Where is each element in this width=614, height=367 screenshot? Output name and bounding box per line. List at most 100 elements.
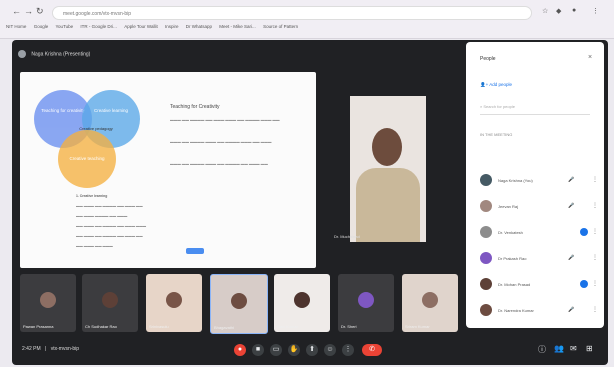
bookmark[interactable]: Google (34, 24, 49, 29)
tile-name: Dr. Sheri (341, 324, 357, 329)
venn-label-3: Creative teaching (69, 156, 105, 161)
avatar (480, 200, 492, 212)
present-button[interactable]: ⬆ (306, 344, 318, 356)
avatar (422, 292, 438, 308)
add-people-label: Add people (489, 82, 513, 87)
participant-tile[interactable]: Dr. Sheri (338, 274, 394, 332)
meeting-info: 2:42 PM | vtx-mvsn-bip (22, 346, 80, 352)
participant-tile-active[interactable]: Bhagavathi (210, 274, 268, 334)
bookmark[interactable]: Dr Whatsapp (186, 24, 212, 29)
venn-label-2: Creative learning (93, 108, 129, 113)
slide-title: Teaching for Creativity (170, 104, 220, 110)
bookmark[interactable]: Meet - Mike Sari... (219, 24, 256, 29)
slide-list-line: ▬▬ ▬▬▬ ▬▬ ▬▬▬▬ ▬▬ ▬▬▬ ▬▬ (76, 234, 143, 238)
tile-name: Ravi Kumar (277, 324, 298, 329)
star-icon[interactable]: ☆ (542, 7, 548, 15)
participant-tile[interactable]: Pawan Prasanna (20, 274, 76, 332)
avatar (480, 304, 492, 316)
avatar (480, 174, 492, 186)
bookmark[interactable]: YouTube (55, 24, 73, 29)
tile-name: Srinivasulu (149, 324, 169, 329)
slide-list-line: ▬▬ ▬▬▬ ▬▬▬▬ ▬▬ ▬▬▬ (76, 214, 128, 218)
bookmarks-bar: NIT Home Google YouTube ITR - Google Dri… (0, 24, 614, 36)
menu-icon[interactable]: ⋮ (592, 7, 599, 15)
screenshot: ← → ↻ meet.google.com/vtx-mvsn-bip ☆ ◆ ●… (0, 0, 614, 367)
more-icon[interactable]: ⋮ (592, 202, 598, 209)
avatar (480, 252, 492, 264)
slide-paragraph-1: ▬▬▬ ▬▬ ▬▬▬▬ ▬▬ ▬▬▬ ▬▬▬ ▬▬ ▬▬▬▬ ▬▬▬ ▬▬ (170, 118, 280, 122)
venn-circle-3: Creative teaching (58, 130, 116, 188)
captions-button[interactable]: ▭ (270, 344, 282, 356)
participant-name: Dr Prakash Rao (498, 256, 527, 261)
mic-icon: 🎤 (568, 307, 575, 313)
speaker-body (356, 168, 420, 242)
participant-row[interactable]: Dr. Narendra Kumar 🎤 ⋮ (480, 304, 598, 320)
participant-tile[interactable]: Sriram Kumar (402, 274, 458, 332)
tile-name: Ch Sudhakar Rao (85, 324, 117, 329)
mic-icon: 🎤 (568, 255, 575, 261)
bookmark[interactable]: Source of Pattern (263, 24, 298, 29)
more-icon[interactable]: ⋮ (592, 176, 598, 183)
chat-icon[interactable]: ✉ (570, 344, 577, 353)
participant-tile[interactable]: Srinivasulu (146, 274, 202, 332)
more-icon[interactable]: ⋮ (592, 306, 598, 313)
participant-name: Dr. Narendra Kumar (498, 308, 534, 313)
avatar (480, 226, 492, 238)
search-placeholder: Search for people (483, 104, 515, 109)
reactions-button[interactable]: ☺ (324, 344, 336, 356)
end-call-button[interactable]: ✆ (362, 344, 382, 356)
participant-row[interactable]: Dr. Venkatesh ⋮ (480, 226, 598, 242)
speaker-head (372, 128, 402, 166)
info-icon[interactable]: ⓘ (538, 344, 546, 355)
back-button[interactable]: ← (12, 6, 21, 16)
participant-row[interactable]: Dr. Mohan Prasad ⋮ (480, 278, 598, 294)
bookmark[interactable]: Inspire (165, 24, 179, 29)
avatar (480, 278, 492, 290)
more-icon[interactable]: ⋮ (592, 254, 598, 261)
forward-button[interactable]: → (24, 6, 33, 16)
people-search-input[interactable]: ⌕ Search for people (480, 104, 590, 115)
participant-row[interactable]: Dr Prakash Rao 🎤 ⋮ (480, 252, 598, 268)
bottom-bar: 2:42 PM | vtx-mvsn-bip ● ■ ▭ ✋ ⬆ ☺ ⋮ ✆ ⓘ… (12, 336, 608, 365)
camera-button[interactable]: ■ (252, 344, 264, 356)
venn-center-label: Creative pedagogy (79, 126, 113, 131)
more-icon[interactable]: ⋮ (592, 228, 598, 235)
activities-icon[interactable]: ⊞ (586, 344, 593, 353)
slide-button (186, 248, 204, 254)
presenter-avatar (18, 50, 26, 58)
tile-name: Sriram Kumar (405, 324, 430, 329)
add-person-icon: 👤+ (480, 82, 489, 87)
mic-off-button[interactable]: ● (234, 344, 246, 356)
slide-list-line: ▬▬ ▬▬▬ ▬▬ ▬▬▬ (76, 244, 113, 248)
people-icon[interactable]: 👥 (554, 344, 564, 353)
participant-name: Dr. Venkatesh (498, 230, 523, 235)
section-header: IN THE MEETING (480, 132, 513, 137)
extensions-icon[interactable]: ◆ (556, 7, 561, 15)
people-panel: People × 👤+ Add people ⌕ Search for peop… (466, 42, 604, 328)
bookmark[interactable]: ITR - Google Dri... (80, 24, 117, 29)
reload-button[interactable]: ↻ (36, 6, 44, 17)
profile-icon[interactable]: ● (572, 7, 576, 14)
bookmark[interactable]: Apple Tour Wallit (124, 24, 158, 29)
tile-name: Pawan Prasanna (23, 324, 54, 329)
mic-icon: 🎤 (568, 177, 575, 183)
participant-name: Naga Krishna (You) (498, 178, 533, 183)
avatar (231, 293, 247, 309)
main-speaker-video[interactable] (350, 96, 426, 242)
participant-tile[interactable]: Ravi Kumar (274, 274, 330, 332)
add-people-button[interactable]: 👤+ Add people (480, 82, 512, 88)
participant-tile[interactable]: Ch Sudhakar Rao (82, 274, 138, 332)
more-icon[interactable]: ⋮ (592, 280, 598, 287)
address-bar[interactable]: meet.google.com/vtx-mvsn-bip (52, 6, 532, 20)
avatar (294, 292, 310, 308)
raise-hand-button[interactable]: ✋ (288, 344, 300, 356)
participant-row[interactable]: Jeevan Raj 🎤 ⋮ (480, 200, 598, 216)
bookmark[interactable]: NIT Home (6, 24, 26, 29)
participant-row[interactable]: Naga Krishna (You) 🎤 ⋮ (480, 174, 598, 190)
close-icon[interactable]: × (588, 54, 592, 61)
panel-title: People (480, 56, 496, 62)
more-options-button[interactable]: ⋮ (342, 344, 354, 356)
shared-slide: Teaching for creativity Creative learnin… (20, 72, 316, 268)
avatar (166, 292, 182, 308)
slide-list-line: ▬▬ ▬▬▬ ▬▬ ▬▬▬▬ ▬▬ ▬▬▬ ▬▬▬ (76, 224, 147, 228)
